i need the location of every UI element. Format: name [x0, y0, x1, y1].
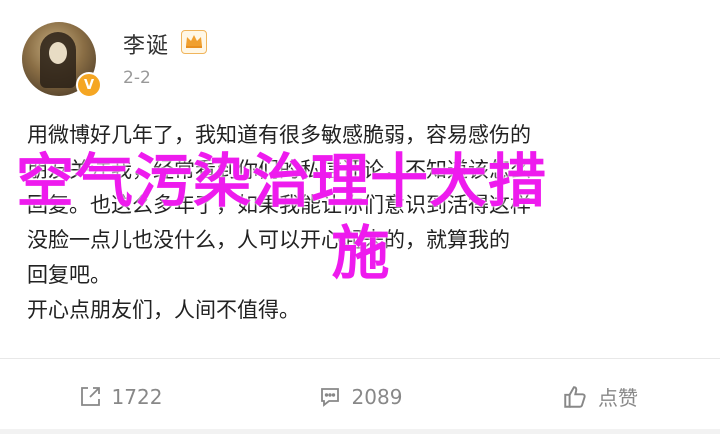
overlay-title: 空气污染治理十大措 施 — [16, 145, 716, 289]
bottom-separator — [0, 429, 720, 434]
share-icon — [78, 385, 102, 409]
weibo-post: V 李诞 2-2 用微博好几年了，我知道有很多敏感脆弱，容易感伤的 朋友关注我，… — [0, 0, 720, 434]
author-name[interactable]: 李诞 — [123, 28, 169, 60]
avatar-face — [49, 42, 67, 64]
verified-v-icon: V — [76, 72, 102, 98]
action-bar: 1722 2089 点赞 — [0, 359, 720, 434]
overlay-title-line2: 施 — [331, 219, 391, 287]
thumbs-up-icon — [562, 384, 588, 410]
comment-button[interactable]: 2089 — [240, 359, 480, 434]
like-label: 点赞 — [598, 386, 638, 410]
share-count: 1722 — [111, 384, 163, 409]
body-line: 开心点朋友们，人间不值得。 — [27, 298, 300, 322]
post-timestamp: 2-2 — [123, 68, 151, 88]
share-button[interactable]: 1722 — [0, 359, 240, 434]
crown-icon — [181, 30, 207, 54]
comment-icon — [318, 385, 342, 409]
overlay-title-line1: 空气污染治理十大措 — [16, 147, 548, 215]
comment-count: 2089 — [351, 384, 403, 409]
like-button[interactable]: 点赞 — [480, 359, 720, 434]
